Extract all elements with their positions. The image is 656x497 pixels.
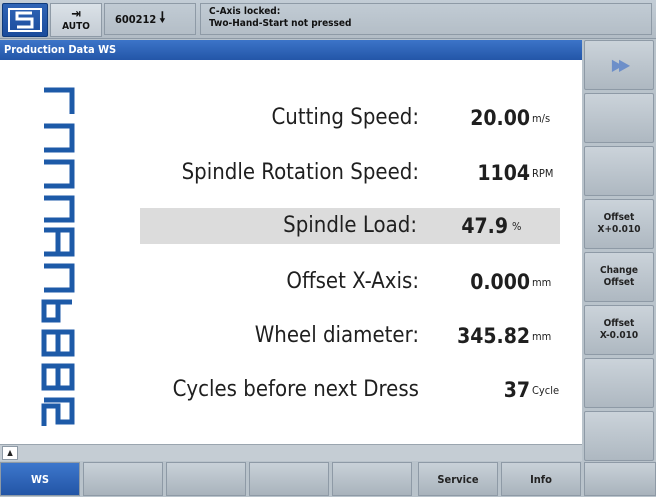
row-unit: RPM bbox=[532, 167, 554, 180]
row-wheel-diameter: Wheel diameter: 345.82 mm bbox=[120, 318, 562, 354]
row-unit: mm bbox=[532, 276, 552, 289]
softkey-v3[interactable] bbox=[584, 146, 654, 196]
row-value: 20.00 bbox=[470, 106, 530, 130]
row-value: 1104 bbox=[477, 161, 530, 185]
softkey-h8[interactable] bbox=[584, 462, 656, 496]
softkey-offset-minus[interactable]: Offset X-0.010 bbox=[584, 305, 654, 355]
row-value: 37 bbox=[503, 378, 530, 402]
down-arrow-icon: 🠗 bbox=[159, 10, 166, 26]
row-label: Cutting Speed: bbox=[271, 105, 419, 130]
status-bar: ⇥ AUTO 600212 🠗 C-Axis locked: Two-Hand-… bbox=[0, 0, 656, 39]
production-data-panel: Cutting Speed: 20.00 m/s Spindle Rotatio… bbox=[0, 60, 582, 444]
row-spindle-load: Spindle Load: 47.9 % bbox=[140, 208, 560, 244]
softkey-info[interactable]: Info bbox=[501, 462, 581, 496]
row-label: Offset X-Axis: bbox=[286, 269, 419, 294]
program-number: 600212 bbox=[115, 12, 157, 26]
scroll-strip: ▲ bbox=[0, 444, 582, 461]
message-line-2: Two-Hand-Start not pressed bbox=[209, 18, 352, 29]
row-value: 0.000 bbox=[470, 270, 530, 294]
program-indicator: 600212 🠗 bbox=[104, 3, 196, 35]
horizontal-softkey-bar: WS Service Info bbox=[0, 462, 656, 497]
row-value: 345.82 bbox=[457, 324, 530, 348]
row-spindle-rotation-speed: Spindle Rotation Speed: 1104 RPM bbox=[120, 155, 562, 191]
softkey-h5[interactable] bbox=[332, 462, 412, 496]
softkey-ws[interactable]: WS bbox=[0, 462, 80, 496]
row-label: Cycles before next Dress bbox=[172, 377, 419, 402]
siepmann-logo bbox=[41, 87, 75, 426]
softkey-h2[interactable] bbox=[83, 462, 163, 496]
row-label: Spindle Rotation Speed: bbox=[181, 160, 419, 185]
alarm-message-area[interactable]: C-Axis locked: Two-Hand-Start not presse… bbox=[200, 3, 652, 35]
screen-title: Production Data WS bbox=[0, 40, 582, 60]
vertical-softkey-bar: ▶▶ Offset X+0.010 Change Offset Offset X… bbox=[584, 40, 656, 461]
softkey-change-offset[interactable]: Change Offset bbox=[584, 252, 654, 302]
scroll-up-button[interactable]: ▲ bbox=[2, 446, 18, 460]
row-unit: Cycle bbox=[532, 384, 560, 397]
fast-forward-icon: ▶▶ bbox=[611, 55, 630, 74]
logo-icon bbox=[8, 8, 42, 32]
operating-mode[interactable]: ⇥ AUTO bbox=[50, 3, 102, 37]
row-cycles-before-dress: Cycles before next Dress 37 Cycle bbox=[120, 372, 562, 408]
softkey-h4[interactable] bbox=[249, 462, 329, 496]
mode-label: AUTO bbox=[62, 21, 90, 32]
row-unit: m/s bbox=[532, 112, 551, 125]
mode-arrow-icon: ⇥ bbox=[71, 7, 81, 22]
softkey-offset-plus[interactable]: Offset X+0.010 bbox=[584, 199, 654, 249]
siemens-logo-button[interactable] bbox=[2, 3, 48, 37]
row-value: 47.9 bbox=[461, 214, 508, 238]
row-unit: % bbox=[512, 220, 522, 233]
softkey-service[interactable]: Service bbox=[418, 462, 498, 496]
row-label: Wheel diameter: bbox=[254, 323, 419, 348]
message-line-1: C-Axis locked: bbox=[209, 6, 281, 17]
softkey-v8[interactable] bbox=[584, 411, 654, 461]
row-unit: mm bbox=[532, 330, 552, 343]
softkey-v7[interactable] bbox=[584, 358, 654, 408]
softkey-h3[interactable] bbox=[166, 462, 246, 496]
softkey-v2[interactable] bbox=[584, 93, 654, 143]
softkey-v1[interactable]: ▶▶ bbox=[584, 40, 654, 90]
row-label: Spindle Load: bbox=[283, 213, 417, 238]
row-offset-x-axis: Offset X-Axis: 0.000 mm bbox=[120, 264, 562, 300]
row-cutting-speed: Cutting Speed: 20.00 m/s bbox=[120, 100, 562, 136]
